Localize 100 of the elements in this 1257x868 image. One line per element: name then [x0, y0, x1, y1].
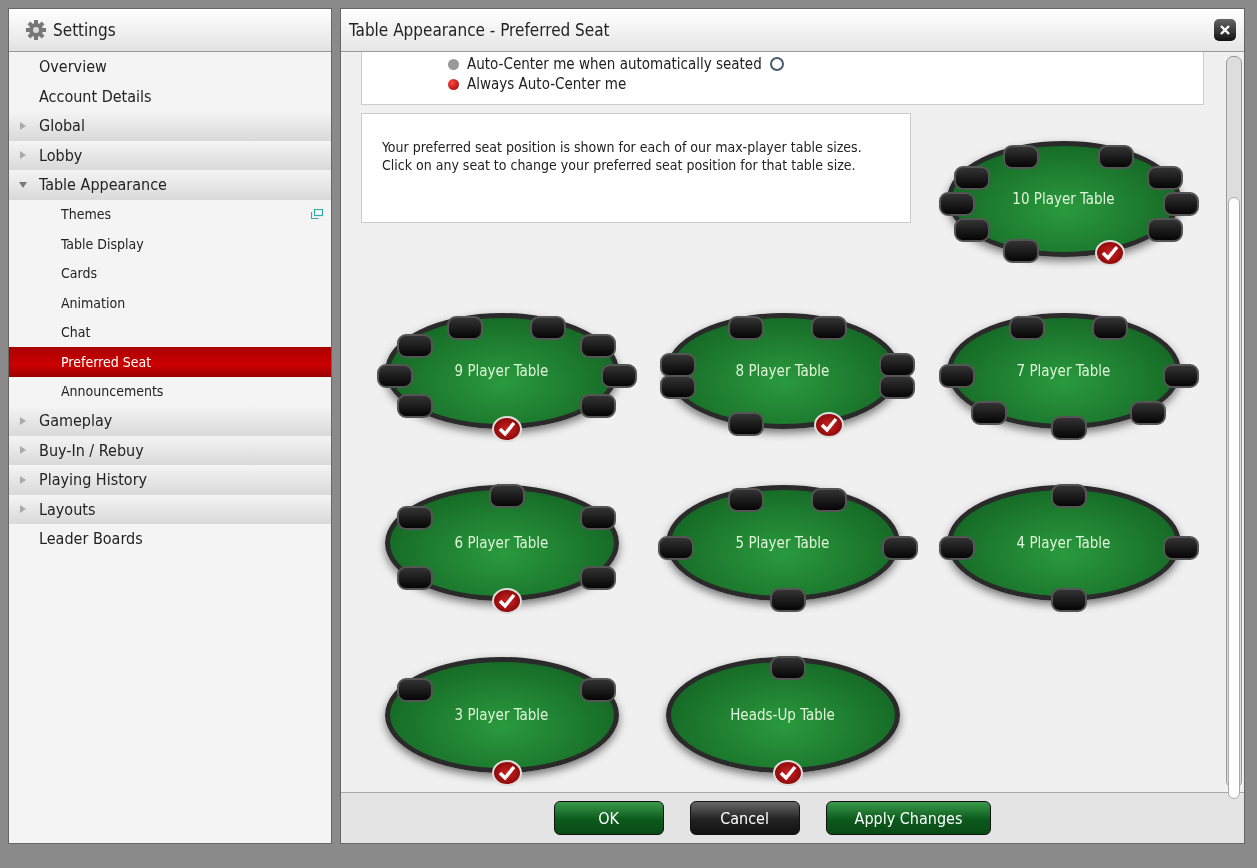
seat-button[interactable] [938, 536, 975, 560]
sidebar-subitem[interactable]: Animation [9, 288, 331, 318]
caret-right-icon [19, 121, 27, 130]
table-label: 7 Player Table [1016, 362, 1111, 380]
table-label: 3 Player Table [454, 706, 549, 724]
seat-button[interactable] [396, 678, 433, 703]
sidebar-subitem[interactable]: Cards [9, 258, 331, 288]
sidebar-title: Settings [53, 20, 116, 40]
seat-button[interactable] [1050, 416, 1087, 440]
seat-button[interactable] [1147, 218, 1184, 242]
seat-button[interactable] [1162, 192, 1199, 216]
caret-right-icon [19, 446, 27, 455]
seat-button[interactable] [396, 506, 433, 531]
scrollbar-thumb[interactable] [1228, 197, 1240, 799]
dialog-button[interactable]: Apply Changes [825, 801, 992, 835]
sidebar-subitem[interactable]: Table Display [9, 229, 331, 259]
check-mark-icon [777, 765, 798, 781]
sidebar-subitem[interactable]: Chat [9, 317, 331, 347]
seat-check-icon[interactable] [491, 588, 522, 614]
seat-button[interactable] [1003, 144, 1040, 169]
table-label: 4 Player Table [1016, 534, 1111, 552]
seat-button[interactable] [1162, 536, 1199, 560]
seat-button[interactable] [659, 374, 696, 399]
check-mark-icon [496, 421, 517, 437]
sidebar-item[interactable]: Playing History [9, 465, 331, 495]
seat-button[interactable] [600, 364, 637, 388]
seat-button[interactable] [1008, 315, 1045, 340]
caret-right-icon [19, 505, 27, 514]
seat-button[interactable] [580, 565, 617, 590]
table-label: Heads-Up Table [730, 706, 835, 724]
dialog-button[interactable]: OK [553, 801, 664, 835]
close-button[interactable] [1214, 19, 1236, 41]
seat-button[interactable] [580, 506, 617, 531]
table-label: 10 Player Table [1012, 190, 1115, 208]
radio-option[interactable]: Auto-Center me when automatically seated [448, 54, 1203, 74]
seat-button[interactable] [938, 192, 975, 216]
table-label: 5 Player Table [735, 534, 830, 552]
seat-button[interactable] [727, 315, 764, 340]
seat-button[interactable] [727, 487, 764, 512]
seat-button[interactable] [659, 353, 696, 378]
seat-button[interactable] [938, 364, 975, 388]
check-mark-icon [1100, 245, 1121, 262]
sidebar-subitem[interactable]: Preferred Seat [9, 347, 331, 377]
seat-button[interactable] [396, 393, 433, 418]
sidebar-item[interactable]: Account Details [9, 81, 331, 111]
seat-button[interactable] [580, 678, 617, 703]
check-mark-icon [819, 417, 840, 434]
table-label: 8 Player Table [735, 362, 830, 380]
seat-check-icon[interactable] [772, 760, 803, 786]
seat-check-icon[interactable] [491, 416, 522, 442]
caret-right-icon [19, 416, 27, 425]
seat-button[interactable] [1003, 239, 1040, 264]
seat-button[interactable] [881, 536, 918, 560]
seat-button[interactable] [657, 536, 694, 560]
seat-button[interactable] [953, 218, 990, 242]
seat-button[interactable] [1147, 166, 1184, 190]
caret-right-icon [19, 151, 27, 160]
seat-button[interactable] [879, 353, 916, 378]
seat-button[interactable] [580, 393, 617, 418]
info-text: Your preferred seat position is shown for each of our max-player table sizes. Click on any seat to change your preferred seat position for that table size. [361, 113, 911, 223]
radio-button[interactable] [448, 58, 459, 70]
seat-button[interactable] [769, 656, 806, 680]
close-icon [1220, 25, 1230, 35]
seat-button[interactable] [879, 374, 916, 399]
seat-button[interactable] [811, 487, 848, 512]
table-label: 9 Player Table [454, 362, 549, 380]
seat-button[interactable] [446, 315, 483, 340]
seat-button[interactable] [530, 315, 567, 340]
seat-check-icon[interactable] [491, 760, 522, 786]
seat-button[interactable] [727, 412, 764, 437]
panel-title: Table Appearance - Preferred Seat [349, 20, 610, 40]
seat-button[interactable] [971, 400, 1008, 425]
seat-button[interactable] [580, 334, 617, 359]
dialog-button[interactable]: Cancel [689, 801, 800, 835]
caret-right-icon [19, 475, 27, 484]
seat-button[interactable] [1097, 144, 1134, 169]
seat-button[interactable] [1050, 588, 1087, 612]
check-mark-icon [496, 765, 517, 781]
seat-button[interactable] [488, 484, 525, 508]
table-label: 6 Player Table [454, 534, 549, 552]
seat-button[interactable] [1050, 484, 1087, 508]
sidebar-subitem[interactable]: Announcements [9, 376, 331, 406]
radio-button[interactable] [448, 78, 459, 90]
seat-button[interactable] [769, 588, 806, 612]
seat-check-icon[interactable] [1095, 240, 1126, 267]
radio-option[interactable]: Always Auto-Center me [448, 74, 1203, 94]
seat-button[interactable] [396, 565, 433, 590]
sidebar-subitem[interactable]: Themes [9, 199, 331, 229]
seat-button[interactable] [376, 364, 413, 388]
sidebar-item[interactable]: Leader Boards [9, 524, 331, 554]
seat-check-icon[interactable] [814, 412, 845, 439]
check-mark-icon [496, 593, 517, 609]
seat-button[interactable] [1129, 400, 1166, 425]
sidebar-item[interactable]: Global [9, 111, 331, 141]
sidebar-item[interactable]: Overview [9, 52, 331, 82]
seat-button[interactable] [953, 166, 990, 190]
seat-button[interactable] [1162, 364, 1199, 388]
seat-button[interactable] [1092, 315, 1129, 340]
seat-button[interactable] [396, 334, 433, 359]
seat-button[interactable] [811, 315, 848, 340]
